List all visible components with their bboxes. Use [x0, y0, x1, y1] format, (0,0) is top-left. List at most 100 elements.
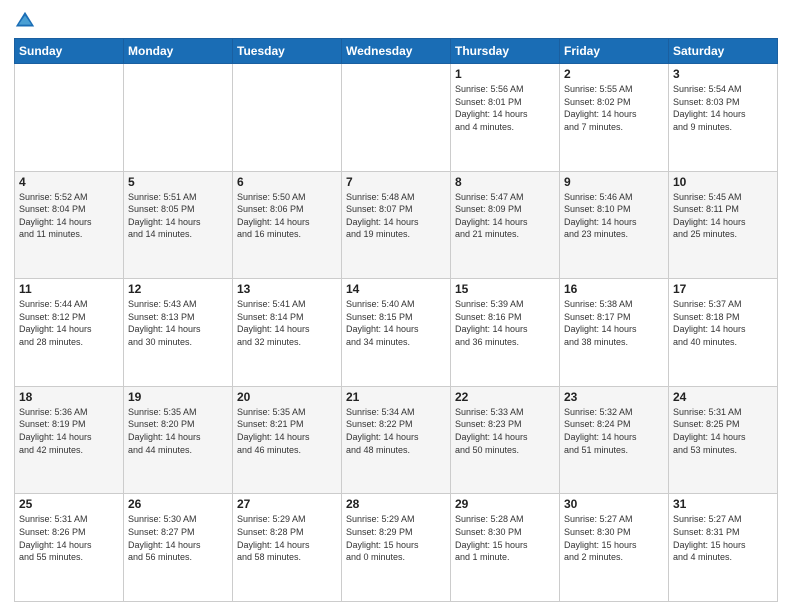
- logo: [14, 10, 40, 32]
- day-info: Sunrise: 5:47 AM Sunset: 8:09 PM Dayligh…: [455, 191, 555, 241]
- day-info: Sunrise: 5:48 AM Sunset: 8:07 PM Dayligh…: [346, 191, 446, 241]
- day-number: 17: [673, 282, 773, 296]
- day-info: Sunrise: 5:46 AM Sunset: 8:10 PM Dayligh…: [564, 191, 664, 241]
- day-number: 13: [237, 282, 337, 296]
- calendar-cell: 13 Sunrise: 5:41 AM Sunset: 8:14 PM Dayli…: [233, 279, 342, 387]
- calendar-table: SundayMondayTuesdayWednesdayThursdayFrid…: [14, 38, 778, 602]
- day-header-tuesday: Tuesday: [233, 39, 342, 64]
- day-info: Sunrise: 5:34 AM Sunset: 8:22 PM Dayligh…: [346, 406, 446, 456]
- day-number: 16: [564, 282, 664, 296]
- day-header-friday: Friday: [560, 39, 669, 64]
- calendar-cell: 10 Sunrise: 5:45 AM Sunset: 8:11 PM Dayli…: [669, 171, 778, 279]
- day-number: 1: [455, 67, 555, 81]
- calendar-cell: 18 Sunrise: 5:36 AM Sunset: 8:19 PM Dayli…: [15, 386, 124, 494]
- calendar-cell: 21 Sunrise: 5:34 AM Sunset: 8:22 PM Dayli…: [342, 386, 451, 494]
- day-info: Sunrise: 5:40 AM Sunset: 8:15 PM Dayligh…: [346, 298, 446, 348]
- day-number: 20: [237, 390, 337, 404]
- calendar-cell: 11 Sunrise: 5:44 AM Sunset: 8:12 PM Dayli…: [15, 279, 124, 387]
- calendar-cell: [342, 64, 451, 172]
- calendar-cell: 5 Sunrise: 5:51 AM Sunset: 8:05 PM Daylig…: [124, 171, 233, 279]
- day-header-monday: Monday: [124, 39, 233, 64]
- day-header-thursday: Thursday: [451, 39, 560, 64]
- calendar-cell: 12Sunrise: 5:43 AM Sunset: 8:13 PM Dayli…: [124, 279, 233, 387]
- calendar-cell: 25Sunrise: 5:31 AM Sunset: 8:26 PM Dayli…: [15, 494, 124, 602]
- day-number: 24: [673, 390, 773, 404]
- day-number: 14: [346, 282, 446, 296]
- calendar-cell: 9Sunrise: 5:46 AM Sunset: 8:10 PM Daylig…: [560, 171, 669, 279]
- calendar-cell: 26 Sunrise: 5:30 AM Sunset: 8:27 PM Dayli…: [124, 494, 233, 602]
- day-info: Sunrise: 5:36 AM Sunset: 8:19 PM Dayligh…: [19, 406, 119, 456]
- day-info: Sunrise: 5:54 AM Sunset: 8:03 PM Dayligh…: [673, 83, 773, 133]
- calendar-cell: [15, 64, 124, 172]
- day-info: Sunrise: 5:56 AM Sunset: 8:01 PM Dayligh…: [455, 83, 555, 133]
- day-info: Sunrise: 5:33 AM Sunset: 8:23 PM Dayligh…: [455, 406, 555, 456]
- day-number: 30: [564, 497, 664, 511]
- calendar-cell: 2 Sunrise: 5:55 AM Sunset: 8:02 PM Daylig…: [560, 64, 669, 172]
- day-info: Sunrise: 5:37 AM Sunset: 8:18 PM Dayligh…: [673, 298, 773, 348]
- day-info: Sunrise: 5:35 AM Sunset: 8:20 PM Dayligh…: [128, 406, 228, 456]
- day-number: 25: [19, 497, 119, 511]
- header: [14, 10, 778, 32]
- day-number: 29: [455, 497, 555, 511]
- day-info: Sunrise: 5:50 AM Sunset: 8:06 PM Dayligh…: [237, 191, 337, 241]
- day-info: Sunrise: 5:44 AM Sunset: 8:12 PM Dayligh…: [19, 298, 119, 348]
- calendar-cell: [233, 64, 342, 172]
- calendar-cell: 27Sunrise: 5:29 AM Sunset: 8:28 PM Dayli…: [233, 494, 342, 602]
- calendar-cell: 15 Sunrise: 5:39 AM Sunset: 8:16 PM Dayli…: [451, 279, 560, 387]
- day-info: Sunrise: 5:30 AM Sunset: 8:27 PM Dayligh…: [128, 513, 228, 563]
- day-info: Sunrise: 5:27 AM Sunset: 8:31 PM Dayligh…: [673, 513, 773, 563]
- day-number: 8: [455, 175, 555, 189]
- day-number: 31: [673, 497, 773, 511]
- days-header-row: SundayMondayTuesdayWednesdayThursdayFrid…: [15, 39, 778, 64]
- day-number: 15: [455, 282, 555, 296]
- day-number: 11: [19, 282, 119, 296]
- week-row-1: 1 Sunrise: 5:56 AM Sunset: 8:01 PM Daylig…: [15, 64, 778, 172]
- calendar-cell: 23Sunrise: 5:32 AM Sunset: 8:24 PM Dayli…: [560, 386, 669, 494]
- calendar-cell: 28 Sunrise: 5:29 AM Sunset: 8:29 PM Dayli…: [342, 494, 451, 602]
- day-number: 7: [346, 175, 446, 189]
- day-info: Sunrise: 5:45 AM Sunset: 8:11 PM Dayligh…: [673, 191, 773, 241]
- day-info: Sunrise: 5:51 AM Sunset: 8:05 PM Dayligh…: [128, 191, 228, 241]
- day-number: 21: [346, 390, 446, 404]
- day-number: 22: [455, 390, 555, 404]
- calendar-cell: 19Sunrise: 5:35 AM Sunset: 8:20 PM Dayli…: [124, 386, 233, 494]
- day-number: 23: [564, 390, 664, 404]
- calendar-cell: 22 Sunrise: 5:33 AM Sunset: 8:23 PM Dayli…: [451, 386, 560, 494]
- calendar-cell: 30 Sunrise: 5:27 AM Sunset: 8:30 PM Dayli…: [560, 494, 669, 602]
- page: SundayMondayTuesdayWednesdayThursdayFrid…: [0, 0, 792, 612]
- day-header-wednesday: Wednesday: [342, 39, 451, 64]
- day-number: 4: [19, 175, 119, 189]
- week-row-5: 25Sunrise: 5:31 AM Sunset: 8:26 PM Dayli…: [15, 494, 778, 602]
- logo-icon: [14, 10, 36, 32]
- day-info: Sunrise: 5:52 AM Sunset: 8:04 PM Dayligh…: [19, 191, 119, 241]
- calendar-cell: 17 Sunrise: 5:37 AM Sunset: 8:18 PM Dayli…: [669, 279, 778, 387]
- day-info: Sunrise: 5:27 AM Sunset: 8:30 PM Dayligh…: [564, 513, 664, 563]
- calendar-cell: 3Sunrise: 5:54 AM Sunset: 8:03 PM Daylig…: [669, 64, 778, 172]
- day-number: 27: [237, 497, 337, 511]
- day-number: 28: [346, 497, 446, 511]
- calendar-cell: 16Sunrise: 5:38 AM Sunset: 8:17 PM Dayli…: [560, 279, 669, 387]
- calendar-cell: 4 Sunrise: 5:52 AM Sunset: 8:04 PM Daylig…: [15, 171, 124, 279]
- day-info: Sunrise: 5:29 AM Sunset: 8:29 PM Dayligh…: [346, 513, 446, 563]
- day-info: Sunrise: 5:31 AM Sunset: 8:25 PM Dayligh…: [673, 406, 773, 456]
- day-number: 2: [564, 67, 664, 81]
- day-info: Sunrise: 5:39 AM Sunset: 8:16 PM Dayligh…: [455, 298, 555, 348]
- day-header-saturday: Saturday: [669, 39, 778, 64]
- day-info: Sunrise: 5:41 AM Sunset: 8:14 PM Dayligh…: [237, 298, 337, 348]
- calendar-cell: 6Sunrise: 5:50 AM Sunset: 8:06 PM Daylig…: [233, 171, 342, 279]
- calendar-cell: 20 Sunrise: 5:35 AM Sunset: 8:21 PM Dayli…: [233, 386, 342, 494]
- week-row-3: 11 Sunrise: 5:44 AM Sunset: 8:12 PM Dayli…: [15, 279, 778, 387]
- week-row-2: 4 Sunrise: 5:52 AM Sunset: 8:04 PM Daylig…: [15, 171, 778, 279]
- day-header-sunday: Sunday: [15, 39, 124, 64]
- calendar-cell: 14 Sunrise: 5:40 AM Sunset: 8:15 PM Dayli…: [342, 279, 451, 387]
- day-number: 5: [128, 175, 228, 189]
- day-number: 18: [19, 390, 119, 404]
- day-info: Sunrise: 5:35 AM Sunset: 8:21 PM Dayligh…: [237, 406, 337, 456]
- calendar-cell: 8 Sunrise: 5:47 AM Sunset: 8:09 PM Daylig…: [451, 171, 560, 279]
- day-number: 10: [673, 175, 773, 189]
- day-number: 26: [128, 497, 228, 511]
- day-info: Sunrise: 5:43 AM Sunset: 8:13 PM Dayligh…: [128, 298, 228, 348]
- calendar-cell: 24 Sunrise: 5:31 AM Sunset: 8:25 PM Dayli…: [669, 386, 778, 494]
- week-row-4: 18 Sunrise: 5:36 AM Sunset: 8:19 PM Dayli…: [15, 386, 778, 494]
- day-info: Sunrise: 5:55 AM Sunset: 8:02 PM Dayligh…: [564, 83, 664, 133]
